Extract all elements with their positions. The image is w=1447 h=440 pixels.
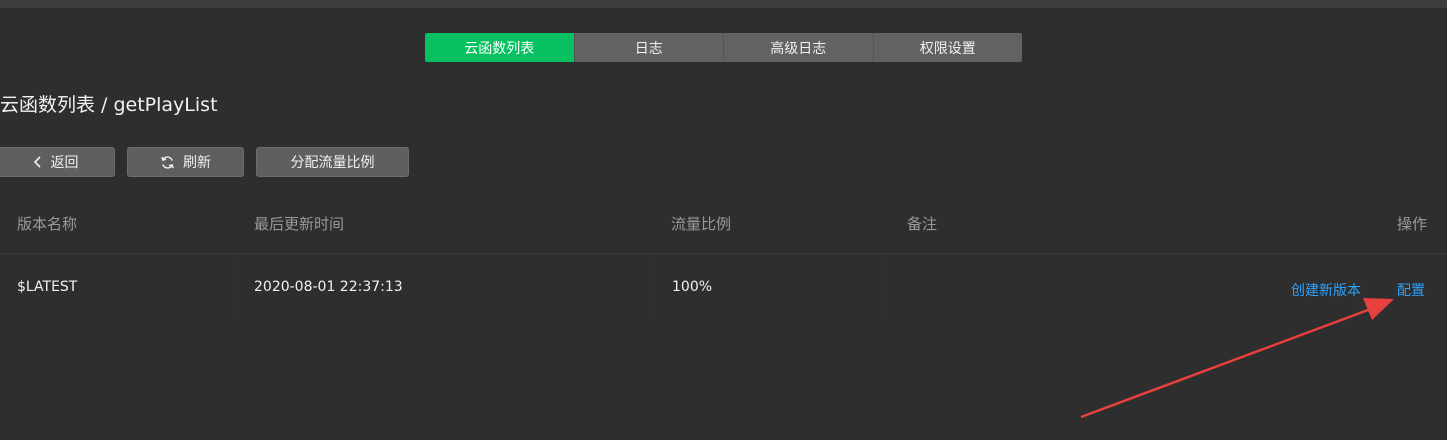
back-button-label: 返回 [50, 155, 79, 171]
chevron-left-icon [33, 156, 43, 168]
column-divider [234, 254, 235, 320]
window-top-bar [0, 0, 1447, 8]
back-button[interactable]: 返回 [0, 147, 115, 177]
cell-traffic-ratio: 100% [672, 279, 713, 295]
header-traffic-ratio: 流量比例 [671, 215, 732, 233]
table-row: $LATEST 2020-08-01 22:37:13 100% 创建新版本 配… [0, 254, 1447, 320]
allocate-traffic-button-label: 分配流量比例 [290, 155, 375, 171]
cell-version-name: $LATEST [17, 279, 78, 295]
breadcrumb: 云函数列表 / getPlayList [0, 94, 218, 116]
tab-permissions[interactable]: 权限设置 [872, 33, 1022, 62]
header-actions: 操作 [1397, 215, 1428, 233]
column-divider [651, 254, 652, 320]
tab-function-list[interactable]: 云函数列表 [425, 33, 574, 62]
tab-logs[interactable]: 日志 [573, 33, 723, 62]
column-divider [887, 254, 888, 320]
allocate-traffic-button[interactable]: 分配流量比例 [256, 147, 409, 177]
header-version-name: 版本名称 [17, 215, 78, 233]
cell-last-updated: 2020-08-01 22:37:13 [254, 279, 403, 295]
header-last-updated: 最后更新时间 [254, 215, 345, 233]
refresh-button[interactable]: 刷新 [127, 147, 244, 177]
table-header: 版本名称 最后更新时间 流量比例 备注 操作 [0, 195, 1447, 254]
create-version-link[interactable]: 创建新版本 [1291, 280, 1361, 300]
tab-bar: 云函数列表 日志 高级日志 权限设置 [425, 33, 1022, 62]
refresh-icon [160, 155, 175, 170]
header-remark: 备注 [907, 215, 938, 233]
config-link[interactable]: 配置 [1397, 280, 1425, 300]
refresh-button-label: 刷新 [183, 155, 211, 171]
tab-advanced-logs[interactable]: 高级日志 [723, 33, 873, 62]
